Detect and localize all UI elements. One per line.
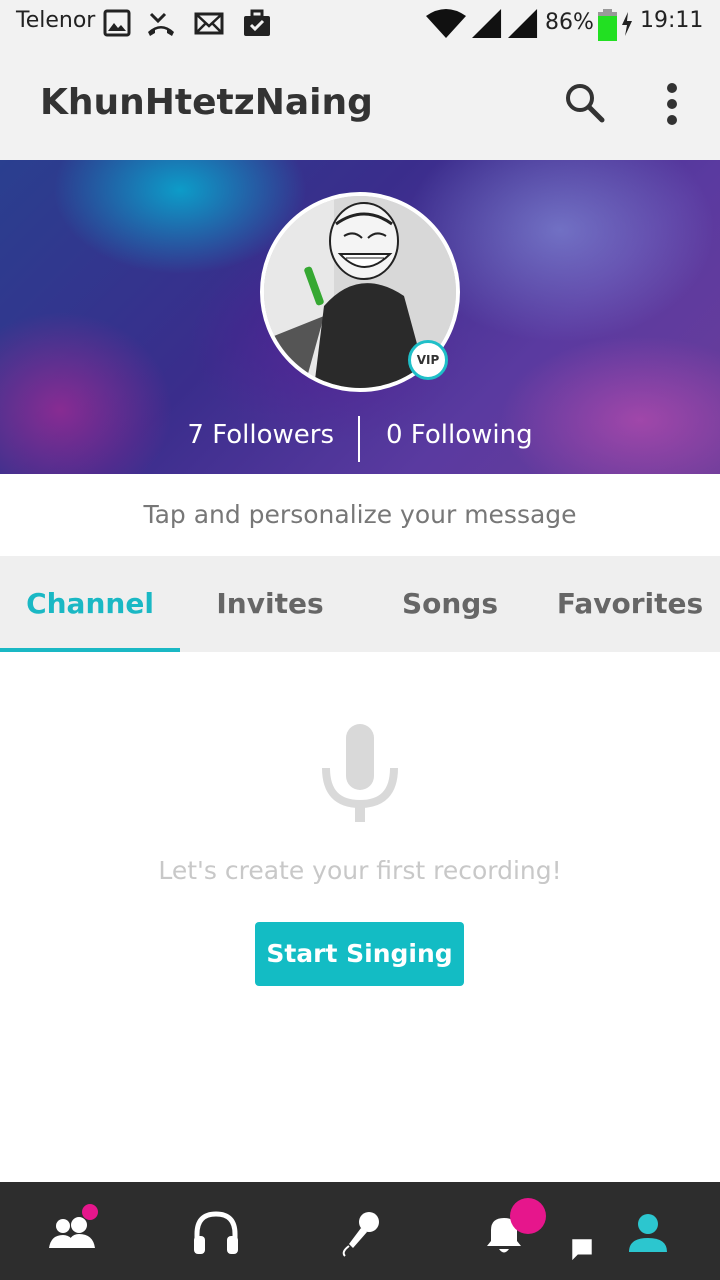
tab-channel[interactable]: Channel [0, 556, 180, 652]
nav-listen[interactable] [144, 1182, 288, 1280]
tab-bar: Channel Invites Songs Favorites [0, 556, 720, 652]
signal-icon-2 [508, 8, 538, 38]
clock: 19:11 [640, 8, 704, 33]
headphones-icon [194, 1211, 238, 1254]
personalize-message[interactable]: Tap and personalize your message [0, 474, 720, 556]
chat-badge [510, 1198, 592, 1261]
profile-header: VIP 7 Followers 0 Following [0, 160, 720, 474]
follow-divider [358, 416, 360, 462]
carrier-name: Telenor [16, 8, 96, 33]
following-count[interactable]: 0 Following [386, 420, 533, 450]
gallery-icon [103, 9, 131, 37]
wifi-icon [426, 9, 466, 38]
tab-favorites[interactable]: Favorites [540, 556, 720, 652]
signal-icon [472, 8, 502, 38]
sing-mic-icon [342, 1212, 379, 1257]
nav-sing[interactable] [288, 1182, 432, 1280]
page-title: KhunHtetzNaing [40, 82, 373, 123]
nav-notifications[interactable] [432, 1182, 592, 1280]
charging-icon [622, 12, 632, 36]
nav-people[interactable] [0, 1182, 144, 1280]
microphone-icon [322, 724, 398, 822]
followers-count[interactable]: 7 Followers [187, 420, 334, 450]
more-vert-icon[interactable] [650, 78, 694, 128]
avatar-container[interactable]: VIP [260, 192, 460, 392]
empty-state-text: Let's create your first recording! [158, 856, 562, 885]
search-icon[interactable] [560, 78, 610, 128]
nav-profile[interactable] [576, 1182, 720, 1280]
status-bar: Telenor 86% 19:11 [0, 0, 720, 48]
app-bar: KhunHtetzNaing [0, 48, 720, 160]
bottom-nav [0, 1182, 720, 1280]
tab-songs[interactable]: Songs [360, 556, 540, 652]
tab-indicator [0, 648, 180, 652]
tab-invites[interactable]: Invites [180, 556, 360, 652]
profile-icon [629, 1214, 667, 1252]
mail-icon [194, 12, 224, 35]
follow-stats: 7 Followers 0 Following [0, 416, 720, 462]
briefcase-icon [244, 9, 270, 36]
battery-icon [598, 9, 617, 41]
screen: Telenor 86% 19:11 KhunHtetzNaing VIP 7 F… [0, 0, 720, 1280]
people-notification-dot [82, 1204, 98, 1220]
vip-badge: VIP [408, 340, 448, 380]
missed-call-icon [148, 12, 174, 36]
start-singing-button[interactable]: Start Singing [255, 922, 464, 986]
battery-percent: 86% [545, 10, 594, 35]
